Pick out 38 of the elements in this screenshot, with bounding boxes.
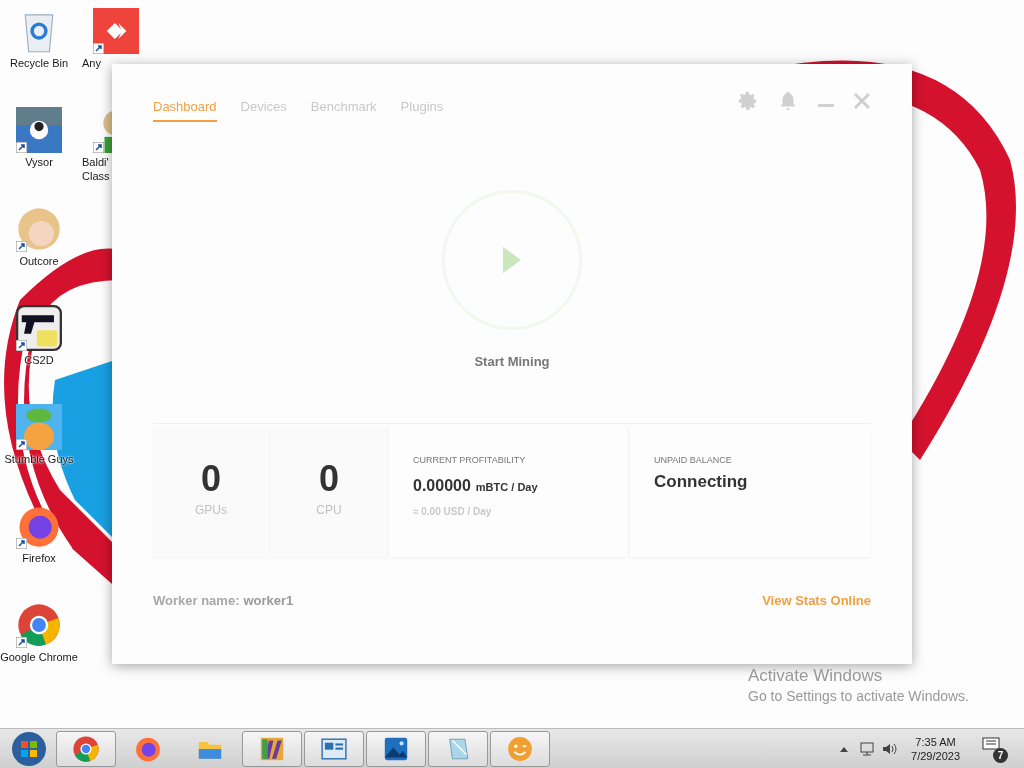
- game-character-icon: [16, 404, 62, 450]
- desktop-icon-label[interactable]: Vysor: [25, 155, 53, 169]
- worker-label: Worker name:: [153, 592, 240, 610]
- play-icon: [503, 246, 521, 273]
- clock-date[interactable]: 7/29/2023: [911, 748, 960, 763]
- taskbar-app-button[interactable]: [304, 730, 364, 767]
- profitability-value: 0.00000: [413, 475, 471, 496]
- clock-time[interactable]: 7:35 AM: [915, 734, 956, 749]
- windows-logo-icon: [11, 730, 47, 767]
- activation-title: Activate Windows: [748, 666, 884, 686]
- stat-value: 0: [319, 459, 339, 499]
- balance-heading: UNPAID BALANCE: [654, 454, 733, 467]
- desktop-icon-label[interactable]: Firefox: [22, 551, 56, 565]
- stat-label: CPU: [316, 502, 342, 519]
- action-center-icon[interactable]: [982, 736, 1000, 753]
- smiley-icon: [506, 734, 534, 763]
- desktop-icon-label[interactable]: Google Chrome: [0, 650, 78, 664]
- activation-message: Go to Settings to activate Windows.: [748, 687, 969, 706]
- desktop-icon-label[interactable]: Outcore: [19, 254, 59, 268]
- worker-name: worker1: [243, 592, 294, 610]
- desktop-icon-label[interactable]: Any: [82, 56, 112, 70]
- profitability-unit: mBTC / Day: [475, 479, 538, 495]
- balance-status: Connecting: [654, 470, 749, 493]
- desktop-icon-label[interactable]: Recycle Bin: [9, 56, 69, 70]
- notification-count: 7: [993, 747, 1008, 763]
- taskbar-app-button[interactable]: [242, 730, 302, 767]
- chrome-icon: [16, 602, 62, 648]
- desktop-icon-label[interactable]: Baldi' Class: [82, 155, 112, 183]
- cartoon-head-icon: [16, 206, 62, 252]
- stat-value: 0: [201, 459, 221, 499]
- start-mining-label: Start Mining: [474, 352, 550, 371]
- chrome-icon: [72, 734, 100, 763]
- stat-label: GPUs: [195, 502, 227, 519]
- network-icon[interactable]: [859, 740, 876, 757]
- profitability-heading: CURRENT PROFITABILITY: [413, 454, 527, 467]
- pistol-icon: [16, 305, 62, 351]
- taskbar-app-button[interactable]: [366, 730, 426, 767]
- start-mining-button[interactable]: [442, 189, 582, 330]
